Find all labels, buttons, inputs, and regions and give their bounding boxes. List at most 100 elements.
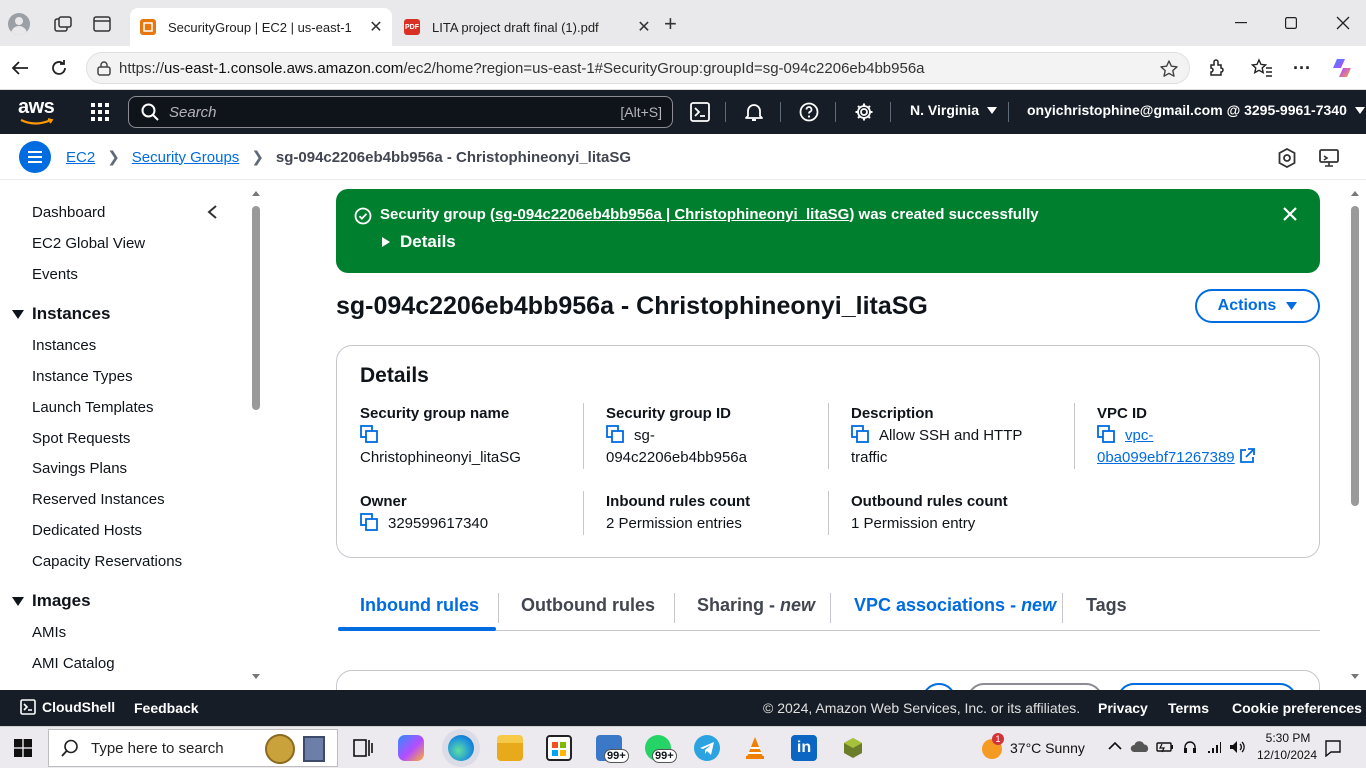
tab-outbound-rules[interactable]: Outbound rules (521, 595, 655, 616)
refresh-button[interactable] (922, 683, 956, 690)
sidebar-item-reserved-instances[interactable]: Reserved Instances (32, 491, 165, 508)
sidebar-item-dashboard[interactable]: Dashboard (32, 204, 105, 221)
copy-icon[interactable] (851, 425, 869, 443)
vpc-id-link[interactable]: vpc- (1125, 427, 1153, 444)
aws-search-input[interactable] (169, 103, 621, 121)
aws-logo[interactable]: aws (18, 96, 58, 126)
sidebar-group-instances[interactable]: Instances (12, 304, 110, 324)
close-tab-icon[interactable]: ✕ (366, 17, 386, 37)
linkedin-icon[interactable]: in (791, 735, 817, 761)
back-icon[interactable] (6, 54, 34, 82)
flash-details-toggle[interactable]: Details (382, 232, 456, 252)
more-menu-icon[interactable]: ··· (1288, 54, 1316, 82)
close-window-icon[interactable] (1320, 10, 1366, 36)
minimize-icon[interactable] (1218, 10, 1264, 36)
browser-tab-active[interactable]: SecurityGroup | EC2 | us-east-1 ✕ (130, 8, 392, 46)
show-hidden-icons-icon[interactable] (1108, 741, 1122, 751)
security-hub-icon[interactable] (1278, 148, 1296, 168)
maximize-icon[interactable] (1268, 10, 1314, 36)
edit-inbound-rules-button[interactable] (1117, 683, 1297, 690)
sidebar-item-capacity-reservations[interactable]: Capacity Reservations (32, 553, 182, 570)
extensions-icon[interactable] (1203, 54, 1231, 82)
tab-actions-icon[interactable] (93, 16, 111, 32)
copilot-taskbar-icon[interactable] (398, 735, 424, 761)
sidebar-item-global-view[interactable]: EC2 Global View (32, 235, 145, 252)
sidebar-item-savings-plans[interactable]: Savings Plans (32, 460, 127, 477)
workspaces-icon[interactable] (54, 16, 72, 32)
settings-gear-icon[interactable] (851, 100, 877, 124)
external-link-icon[interactable] (1239, 448, 1255, 464)
site-info-icon[interactable] (97, 60, 111, 76)
browser-tab-pdf[interactable]: PDF LITA project draft final (1).pdf ✕ (394, 8, 660, 46)
sidebar-scrollbar[interactable] (250, 186, 262, 686)
collapse-sidebar-icon[interactable] (206, 204, 218, 220)
sidebar-item-spot-requests[interactable]: Spot Requests (32, 430, 130, 447)
actions-button[interactable]: Actions (1195, 289, 1320, 323)
windows-start-icon[interactable] (14, 739, 32, 757)
clock-time[interactable]: 5:30 PM (1260, 731, 1316, 745)
feedback-link[interactable]: Feedback (134, 700, 199, 716)
sidebar-item-dedicated-hosts[interactable]: Dedicated Hosts (32, 522, 142, 539)
cookie-preferences-link[interactable]: Cookie preferences (1232, 700, 1362, 716)
sidebar-item-instances[interactable]: Instances (32, 337, 96, 354)
url-field[interactable]: https://us-east-1.console.aws.amazon.com… (86, 52, 1190, 84)
sidebar-item-events[interactable]: Events (32, 266, 78, 283)
new-tab-icon[interactable]: + (664, 13, 677, 35)
store-icon[interactable] (546, 735, 572, 761)
clock-date[interactable]: 12/10/2024 (1254, 748, 1320, 762)
file-explorer-icon[interactable] (497, 735, 523, 761)
hamburger-menu-button[interactable] (19, 141, 51, 173)
display-settings-icon[interactable] (1319, 148, 1339, 168)
taskbar-search[interactable] (48, 729, 338, 767)
notifications-bell-icon[interactable] (741, 100, 767, 124)
vpc-id-link-cont[interactable]: 0ba099ebf71267389 (1097, 449, 1235, 466)
cloudshell-link[interactable]: CloudShell (20, 699, 115, 715)
refresh-icon[interactable] (45, 54, 73, 82)
taskbar-search-input[interactable] (91, 739, 261, 757)
sidebar-item-ami-catalog[interactable]: AMI Catalog (32, 655, 115, 672)
task-view-icon[interactable] (350, 735, 376, 761)
account-menu[interactable]: onyichristophine@gmail.com @ 3295-9961-7… (1027, 102, 1365, 118)
manage-tags-button[interactable] (967, 683, 1103, 690)
copy-icon[interactable] (606, 425, 624, 443)
flash-sg-link[interactable]: sg-094c2206eb4bb956a | Christophineonyi_… (495, 206, 849, 223)
breadcrumb-ec2[interactable]: EC2 (66, 149, 95, 166)
edge-taskbar-icon[interactable] (448, 735, 474, 761)
profile-icon[interactable] (8, 13, 30, 35)
volume-icon[interactable] (1228, 739, 1246, 755)
sidebar-item-amis[interactable]: AMIs (32, 624, 66, 641)
tab-sharing[interactable]: Sharing - new (697, 595, 815, 616)
favorite-star-icon[interactable] (1159, 59, 1179, 79)
battery-icon[interactable] (1156, 740, 1174, 754)
aws-search-box[interactable]: [Alt+S] (128, 96, 673, 128)
close-tab-icon[interactable]: ✕ (634, 17, 654, 37)
network-icon[interactable] (1206, 739, 1222, 755)
tab-tags[interactable]: Tags (1086, 595, 1127, 616)
region-selector[interactable]: N. Virginia (910, 102, 997, 118)
terms-link[interactable]: Terms (1168, 700, 1209, 716)
breadcrumb-security-groups[interactable]: Security Groups (132, 149, 240, 166)
notifications-icon[interactable] (1324, 739, 1342, 757)
vlc-icon[interactable] (742, 735, 768, 761)
favorites-icon[interactable] (1248, 54, 1276, 82)
telegram-icon[interactable] (694, 735, 720, 761)
services-grid-icon[interactable] (87, 100, 113, 124)
copy-icon[interactable] (360, 425, 378, 443)
copilot-icon[interactable] (1328, 54, 1356, 82)
sidebar-item-instance-types[interactable]: Instance Types (32, 368, 133, 385)
headset-icon[interactable] (1182, 739, 1198, 755)
tab-inbound-rules[interactable]: Inbound rules (360, 595, 479, 616)
sidebar-group-images[interactable]: Images (12, 591, 91, 611)
cloudshell-icon[interactable] (687, 100, 713, 124)
dismiss-flash-icon[interactable] (1282, 206, 1298, 222)
weather-text[interactable]: 37°C Sunny (1010, 740, 1085, 756)
sidebar-item-launch-templates[interactable]: Launch Templates (32, 399, 153, 416)
main-scrollbar[interactable] (1348, 186, 1362, 686)
privacy-link[interactable]: Privacy (1098, 700, 1148, 716)
help-icon[interactable] (796, 100, 822, 124)
copy-icon[interactable] (360, 513, 378, 531)
app-cube-icon[interactable] (840, 735, 866, 761)
tab-vpc-associations[interactable]: VPC associations - new (854, 595, 1056, 616)
onedrive-icon[interactable] (1130, 741, 1150, 753)
copy-icon[interactable] (1097, 425, 1115, 443)
